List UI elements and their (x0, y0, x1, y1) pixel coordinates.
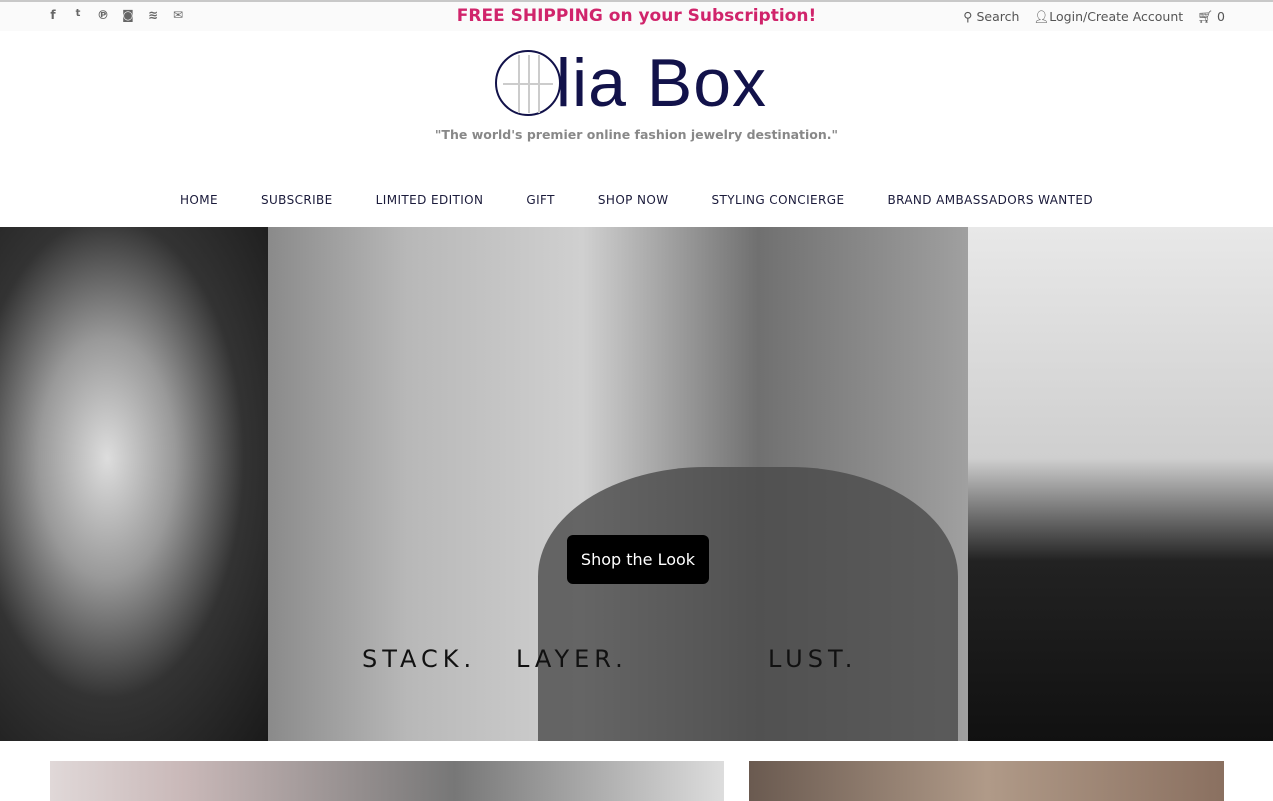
nav-limited-edition[interactable]: LIMITED EDITION (376, 193, 484, 207)
hero-banner: Shop the Look STACK. LAYER. LUST. (0, 227, 1273, 741)
nav-home[interactable]: HOME (180, 193, 218, 207)
slogan-lust: LUST. (768, 645, 858, 673)
hero-image-left (0, 227, 268, 741)
search-icon: ⚲ (963, 9, 973, 24)
nav-subscribe[interactable]: SUBSCRIBE (261, 193, 333, 207)
cart-count: 0 (1217, 9, 1225, 24)
slogan-layer: LAYER. (516, 645, 628, 673)
hero-image-right (968, 227, 1273, 741)
login-link[interactable]: 👤︎Login/Create Account (1033, 9, 1183, 25)
shop-the-look-button[interactable]: Shop the Look (567, 535, 709, 584)
slogan-stack: STACK. (362, 645, 477, 673)
main-nav: HOME SUBSCRIBE LIMITED EDITION GIFT SHOP… (0, 193, 1273, 207)
login-label: Login/Create Account (1049, 9, 1184, 24)
cart-link[interactable]: 🛒︎ 0 (1197, 9, 1225, 25)
search-label: Search (976, 9, 1020, 24)
search-link[interactable]: ⚲ Search (963, 9, 1019, 25)
logo-mark-icon (495, 50, 561, 116)
feature-image-right[interactable] (749, 761, 1224, 801)
top-bar: f t ℗ ◙ ≋ ✉ FREE SHIPPING on your Subscr… (0, 0, 1273, 31)
nav-shop-now[interactable]: SHOP NOW (598, 193, 669, 207)
tagline: "The world's premier online fashion jewe… (434, 127, 839, 142)
nav-styling-concierge[interactable]: STYLING CONCIERGE (712, 193, 845, 207)
promo-banner[interactable]: FREE SHIPPING on your Subscription! (457, 6, 816, 26)
user-icon: 👤︎ (1033, 9, 1050, 24)
logo[interactable]: Olia Box (495, 45, 785, 121)
nav-gift[interactable]: GIFT (526, 193, 554, 207)
nav-brand-ambassadors[interactable]: BRAND AMBASSADORS WANTED (887, 193, 1093, 207)
cart-icon: 🛒︎ (1197, 9, 1214, 24)
feature-image-left[interactable] (50, 761, 724, 801)
